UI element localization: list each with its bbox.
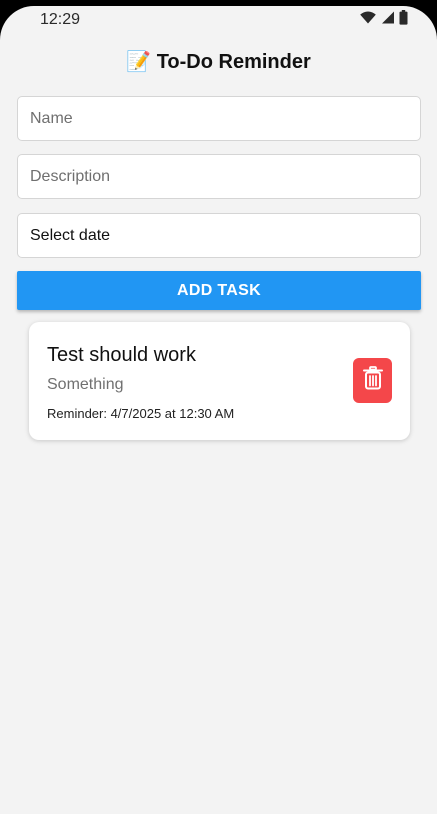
name-input[interactable] bbox=[17, 96, 421, 141]
app-screen: 12:29 📝 To-Do Reminder Select date ADD T… bbox=[0, 6, 437, 814]
task-title: Test should work bbox=[47, 344, 196, 366]
task-card: Test should work Something Reminder: 4/7… bbox=[29, 322, 410, 440]
description-input[interactable] bbox=[17, 154, 421, 199]
status-bar: 12:29 bbox=[0, 6, 437, 34]
task-description: Something bbox=[47, 376, 124, 393]
delete-task-button[interactable] bbox=[353, 358, 392, 403]
add-task-button[interactable]: ADD TASK bbox=[17, 271, 421, 310]
battery-icon bbox=[399, 10, 408, 30]
date-picker-label: Select date bbox=[30, 226, 111, 244]
status-time: 12:29 bbox=[40, 10, 81, 28]
status-icons bbox=[360, 10, 408, 30]
page-title: 📝 To-Do Reminder bbox=[126, 51, 311, 73]
task-reminder: Reminder: 4/7/2025 at 12:30 AM bbox=[47, 406, 235, 421]
signal-icon bbox=[381, 11, 394, 29]
date-picker-field[interactable]: Select date bbox=[17, 213, 421, 258]
wifi-icon bbox=[360, 11, 376, 29]
trash-icon bbox=[362, 366, 383, 395]
